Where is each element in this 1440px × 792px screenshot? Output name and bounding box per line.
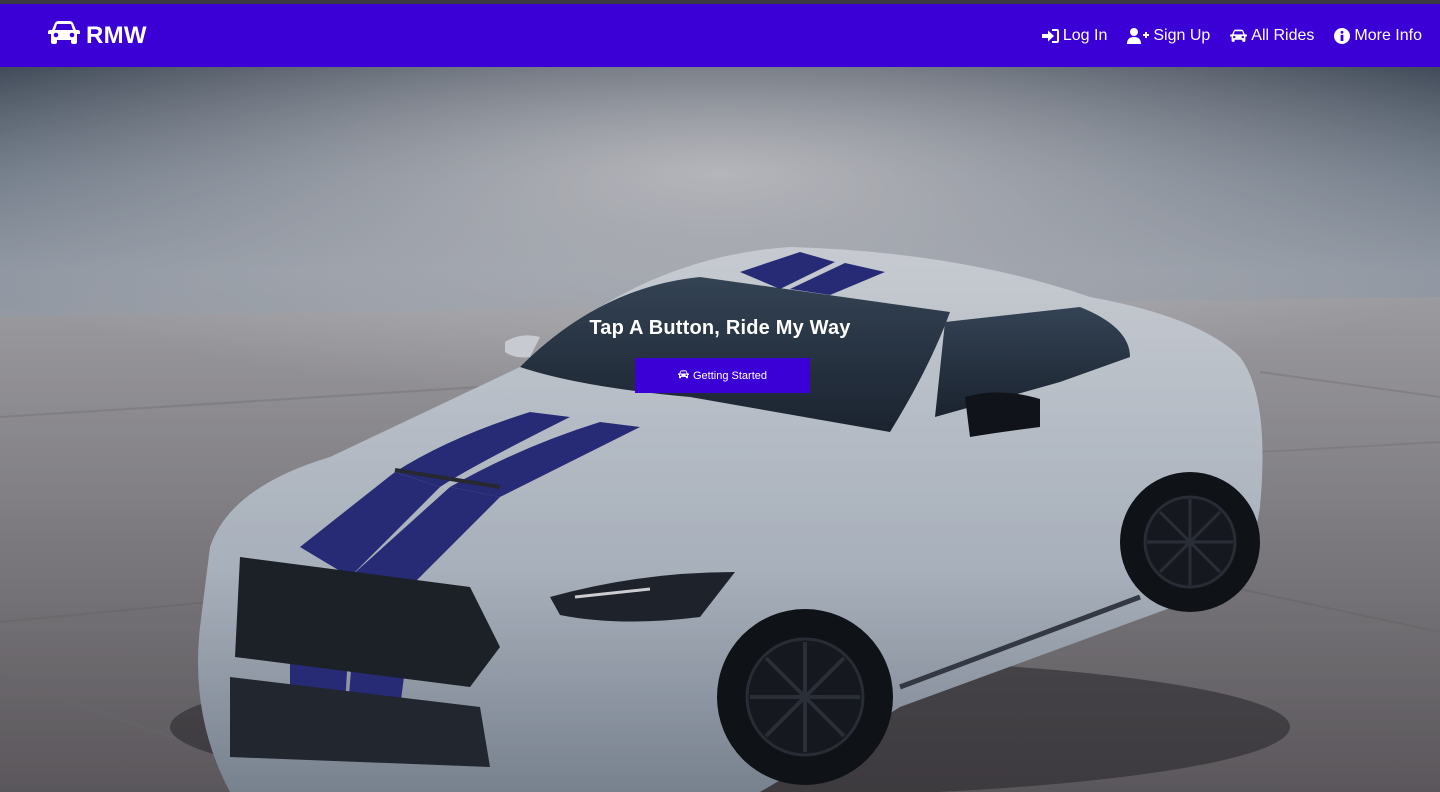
nav-login-link[interactable]: Log In bbox=[1041, 26, 1108, 45]
hero-section: Tap A Button, Ride My Way Getting Starte… bbox=[0, 67, 1440, 792]
hero-overlay bbox=[0, 67, 1440, 792]
nav-signup-label: Sign Up bbox=[1153, 26, 1211, 44]
navbar: RMW Log In Sign Up All Rides More Info bbox=[0, 4, 1440, 67]
nav-login-label: Log In bbox=[1062, 26, 1108, 44]
nav-all-rides-link[interactable]: All Rides bbox=[1230, 27, 1314, 45]
car-icon bbox=[678, 369, 689, 382]
nav-more-info-link[interactable]: More Info bbox=[1334, 27, 1422, 45]
nav-more-info-label: More Info bbox=[1354, 26, 1422, 44]
nav-links: Log In Sign Up All Rides More Info bbox=[1041, 26, 1422, 45]
brand-link[interactable]: RMW bbox=[48, 20, 147, 51]
hero-title: Tap A Button, Ride My Way bbox=[589, 317, 851, 339]
getting-started-label: Getting Started bbox=[693, 369, 767, 382]
nav-signup-link[interactable]: Sign Up bbox=[1127, 27, 1210, 45]
nav-all-rides-label: All Rides bbox=[1251, 26, 1315, 44]
car-icon bbox=[48, 20, 80, 51]
brand-name: RMW bbox=[86, 21, 147, 49]
user-plus-icon bbox=[1127, 27, 1150, 44]
sign-in-icon bbox=[1041, 28, 1059, 44]
getting-started-button[interactable]: Getting Started bbox=[635, 358, 810, 393]
info-circle-icon bbox=[1334, 27, 1351, 44]
car-icon bbox=[1230, 29, 1248, 43]
